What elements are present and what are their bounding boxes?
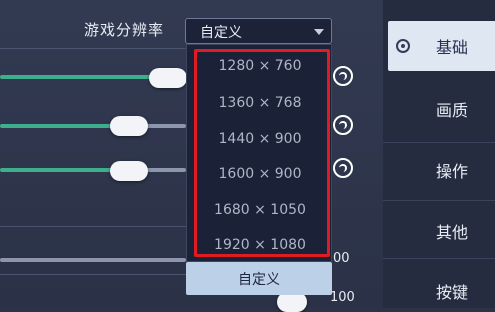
reset-icon[interactable] (333, 115, 353, 135)
divider (0, 274, 186, 275)
chevron-down-icon (314, 29, 324, 35)
slider-2-handle[interactable] (110, 116, 148, 136)
resolution-select[interactable]: 自定义 (185, 18, 332, 44)
reset-icon[interactable] (333, 158, 353, 178)
divider (0, 48, 186, 49)
slider-2-fill (0, 124, 118, 128)
nav-item-graphics[interactable]: 画质 (388, 84, 495, 130)
reset-icon[interactable] (333, 66, 353, 86)
highlight-box (194, 49, 330, 257)
divider (383, 142, 495, 143)
nav-item-other[interactable]: 其他 (388, 206, 495, 252)
nav-item-basic[interactable]: 基础 (388, 21, 495, 71)
slider-5-value: 100 (330, 290, 355, 305)
slider-4-track (0, 258, 186, 262)
nav-item-controls[interactable]: 操作 (388, 145, 495, 191)
gear-icon (396, 39, 410, 53)
slider-3-fill (0, 168, 118, 172)
nav-item-keys[interactable]: 按键 (388, 266, 495, 312)
divider (383, 258, 495, 259)
resolution-select-value: 自定义 (200, 25, 242, 41)
nav-item-label: 画质 (436, 101, 469, 120)
slider-4-value: 00 (333, 251, 350, 266)
divider (0, 226, 186, 227)
nav-item-label: 其他 (436, 223, 469, 242)
slider-1-handle[interactable] (149, 68, 187, 88)
divider (383, 200, 495, 201)
nav-item-label: 基础 (436, 38, 469, 57)
nav-item-label: 操作 (436, 162, 469, 181)
slider-5-handle[interactable] (277, 292, 307, 312)
custom-resolution-button[interactable]: 自定义 (186, 262, 332, 295)
slider-1-fill (0, 75, 160, 79)
nav-item-label: 按键 (436, 283, 469, 302)
slider-3-handle[interactable] (110, 161, 148, 181)
resolution-label: 游戏分辨率 (84, 21, 165, 39)
custom-resolution-label: 自定义 (238, 272, 280, 288)
